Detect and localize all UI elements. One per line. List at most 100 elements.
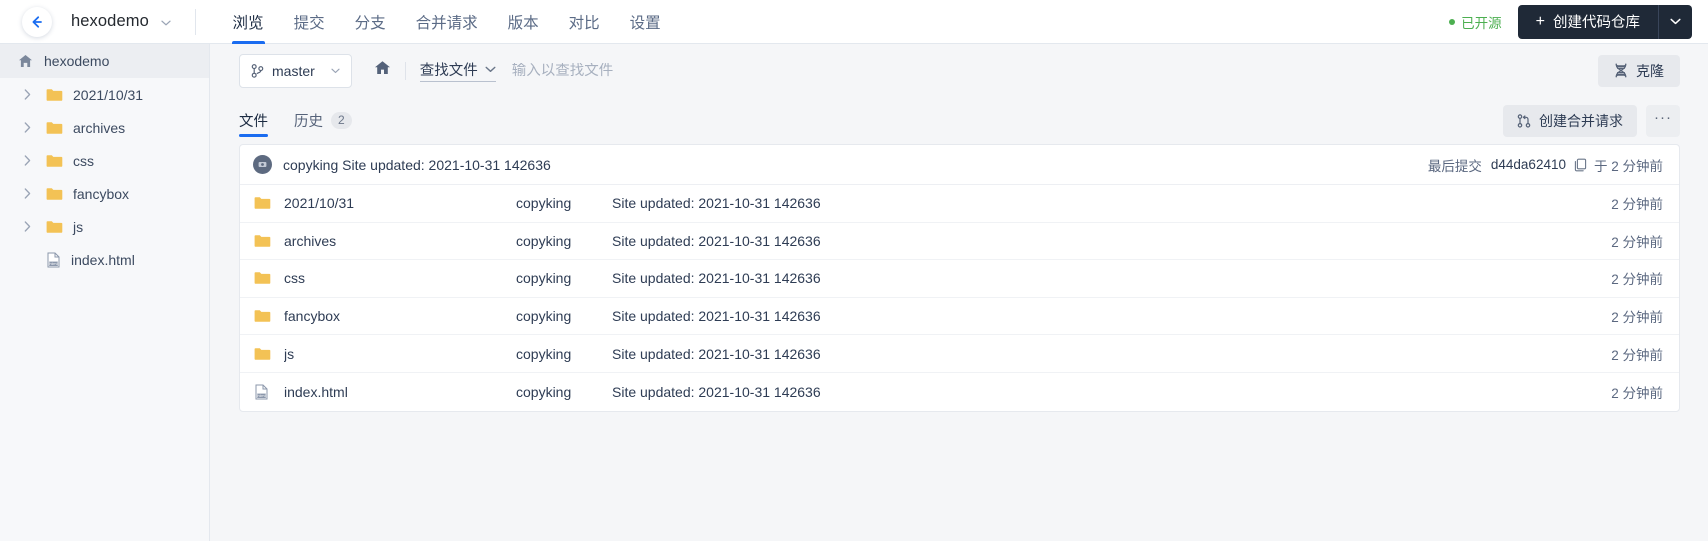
chevron-down-icon	[1670, 18, 1681, 25]
sidebar-item-root[interactable]: hexodemo	[0, 44, 209, 78]
back-button[interactable]	[22, 6, 52, 37]
create-repo-button-group: + 创建代码仓库	[1517, 4, 1692, 39]
table-row[interactable]: html index.html copyking Site updated: 2…	[240, 373, 1679, 411]
nav-tab-branches[interactable]: 分支	[340, 0, 401, 44]
sidebar-item-label: js	[73, 218, 84, 235]
nav-tab-settings[interactable]: 设置	[615, 0, 676, 44]
primary-nav-tabs: 浏览 提交 分支 合并请求 版本 对比 设置	[218, 0, 676, 44]
folder-icon	[254, 347, 271, 361]
repo-name-dropdown[interactable]: hexodemo	[71, 12, 171, 31]
file-name[interactable]: css	[284, 270, 516, 286]
create-repo-dropdown-button[interactable]	[1658, 4, 1692, 39]
header-divider	[194, 8, 196, 35]
folder-icon	[46, 121, 63, 135]
ellipsis-icon: ···	[1654, 108, 1672, 126]
file-name[interactable]: js	[284, 346, 516, 362]
commit-sha[interactable]: d44da62410	[1491, 157, 1566, 172]
repository-browser-page: hexodemo 浏览 提交 分支 合并请求 版本 对比 设置 已开源 + 创建	[0, 0, 1708, 541]
sidebar-item-fancybox[interactable]: fancybox	[0, 177, 209, 210]
file-author: copyking	[516, 270, 572, 287]
table-row[interactable]: css copyking Site updated: 2021-10-31 14…	[240, 260, 1679, 298]
clone-icon	[1614, 63, 1628, 78]
sidebar-item-css[interactable]: css	[0, 144, 209, 177]
table-row[interactable]: archives copyking Site updated: 2021-10-…	[240, 223, 1679, 261]
chevron-down-icon	[485, 66, 496, 73]
chevron-down-icon	[315, 68, 340, 74]
clone-button[interactable]: 克隆	[1598, 54, 1680, 87]
html-file-icon: html	[46, 252, 61, 268]
chevron-right-icon	[24, 89, 38, 100]
home-icon	[18, 54, 33, 68]
file-list-panel: copyking Site updated: 2021-10-31 142636…	[239, 144, 1680, 412]
commit-message[interactable]: copyking Site updated: 2021-10-31 142636	[283, 157, 551, 173]
table-row[interactable]: fancybox copyking Site updated: 2021-10-…	[240, 298, 1679, 336]
tab-history-label: 历史	[294, 114, 323, 130]
create-repo-button[interactable]: + 创建代码仓库	[1517, 4, 1658, 39]
nav-tab-label: 合并请求	[415, 14, 478, 32]
create-merge-request-label: 创建合并请求	[1539, 112, 1623, 129]
file-name[interactable]: archives	[284, 233, 516, 249]
more-options-button[interactable]: ···	[1646, 104, 1680, 137]
file-name[interactable]: fancybox	[284, 308, 516, 324]
file-commit-message: Site updated: 2021-10-31 142636	[612, 383, 821, 400]
file-actions: 创建合并请求 ···	[1503, 104, 1680, 137]
file-commit-message: Site updated: 2021-10-31 142636	[612, 308, 821, 325]
file-author: copyking	[516, 232, 572, 249]
create-merge-request-button[interactable]: 创建合并请求	[1503, 104, 1637, 137]
sidebar-item-index-html[interactable]: html index.html	[0, 243, 209, 276]
page-body: hexodemo 2021/10/31 archives css fancybo…	[0, 44, 1708, 541]
status-dot-icon	[1449, 18, 1456, 25]
tab-files[interactable]: 文件	[239, 97, 268, 144]
nav-tab-commits[interactable]: 提交	[279, 0, 340, 44]
find-file-label: 查找文件	[419, 63, 478, 79]
toolbar-divider	[404, 61, 406, 80]
chevron-down-icon	[160, 12, 171, 31]
svg-text:html: html	[257, 394, 265, 398]
open-source-label: 已开源	[1461, 15, 1502, 31]
file-author: copyking	[516, 383, 572, 400]
file-commit-message: Site updated: 2021-10-31 142636	[612, 345, 821, 362]
file-time: 2 分钟前	[1611, 234, 1663, 250]
repo-name-label: hexodemo	[71, 11, 149, 30]
table-row[interactable]: 2021/10/31 copyking Site updated: 2021-1…	[240, 185, 1679, 223]
copy-icon[interactable]	[1574, 158, 1587, 172]
html-file-icon: html	[254, 384, 271, 400]
tab-history[interactable]: 历史 2	[294, 97, 352, 144]
open-source-badge: 已开源	[1449, 12, 1502, 32]
chevron-right-icon	[24, 122, 38, 133]
nav-tab-compare[interactable]: 对比	[554, 0, 615, 44]
file-time: 2 分钟前	[1611, 272, 1663, 288]
file-name[interactable]: index.html	[284, 384, 516, 400]
table-row[interactable]: js copyking Site updated: 2021-10-31 142…	[240, 335, 1679, 373]
branch-selector[interactable]: master	[239, 53, 352, 88]
nav-tab-label: 对比	[568, 14, 600, 32]
nav-tab-browse[interactable]: 浏览	[218, 0, 279, 44]
sidebar-root-label: hexodemo	[44, 53, 110, 69]
arrow-left-icon	[32, 15, 42, 28]
folder-icon	[254, 234, 271, 248]
create-repo-label: 创建代码仓库	[1553, 15, 1640, 31]
nav-tab-label: 设置	[629, 14, 661, 32]
svg-text:html: html	[49, 262, 57, 266]
file-name[interactable]: 2021/10/31	[284, 195, 516, 211]
clone-label: 克隆	[1636, 62, 1664, 79]
sidebar-item-archives[interactable]: archives	[0, 111, 209, 144]
nav-tab-merge-requests[interactable]: 合并请求	[401, 0, 493, 44]
sidebar-item-label: 2021/10/31	[73, 86, 144, 103]
find-file-input[interactable]	[511, 62, 772, 79]
file-author: copyking	[516, 308, 572, 325]
repo-home-button[interactable]	[374, 60, 391, 81]
repo-toolbar: master 查找文件 输入以查找文件 克隆	[239, 44, 1680, 97]
folder-icon	[254, 271, 271, 285]
nav-tab-label: 浏览	[232, 14, 264, 32]
nav-tab-releases[interactable]: 版本	[493, 0, 554, 44]
chevron-right-icon	[24, 221, 38, 232]
sidebar-item-js[interactable]: js	[0, 210, 209, 243]
find-file-dropdown[interactable]: 查找文件	[419, 59, 496, 82]
plus-icon: +	[1535, 12, 1545, 30]
header-actions: 已开源 + 创建代码仓库	[1449, 4, 1692, 39]
nav-tab-label: 提交	[293, 14, 325, 32]
last-commit-label: 最后提交	[1427, 158, 1482, 174]
folder-icon	[254, 309, 271, 323]
sidebar-item-2021-10-31[interactable]: 2021/10/31	[0, 78, 209, 111]
